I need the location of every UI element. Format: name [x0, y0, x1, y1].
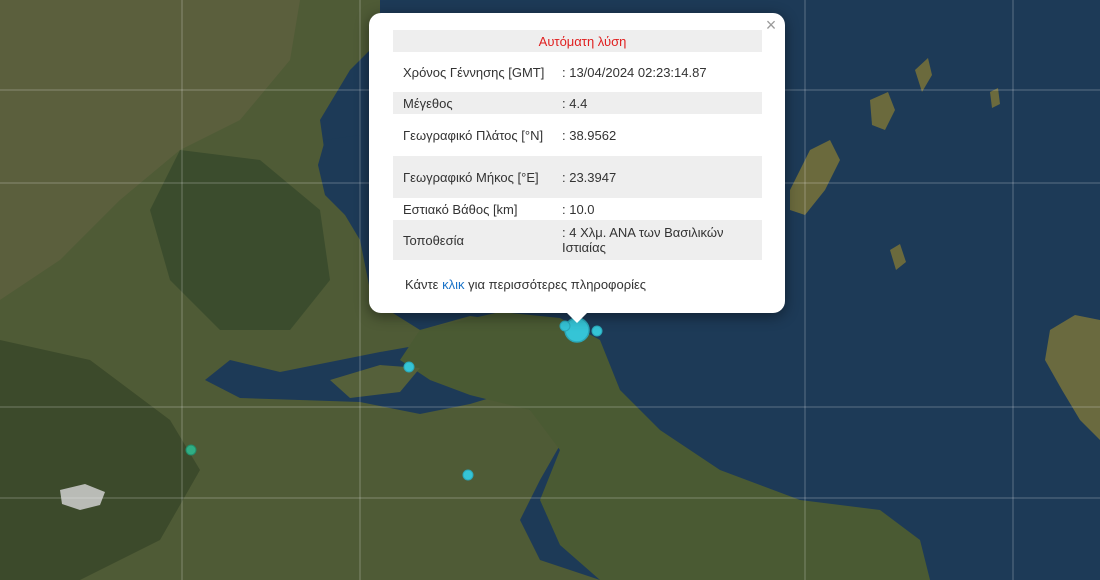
row-value-latitude: : 38.9562 — [562, 127, 617, 143]
quake-marker-small-4[interactable] — [462, 469, 474, 481]
row-value-longitude: : 23.3947 — [562, 169, 617, 185]
row-label-magnitude: Μέγεθος — [403, 95, 453, 111]
earthquake-info-popup: × Αυτόματη λύση Χρόνος Γέννησης [GMT] : … — [369, 13, 785, 313]
close-icon[interactable]: × — [763, 16, 779, 34]
row-label-origin-time: Χρόνος Γέννησης [GMT] — [403, 64, 545, 80]
row-label-longitude: Γεωγραφικό Μήκος [°E] — [403, 169, 539, 185]
footer-text-after: για περισσότερες πληροφορίες — [464, 277, 647, 292]
quake-marker-green[interactable] — [185, 444, 197, 456]
row-value-origin-time: : 13/04/2024 02:23:14.87 — [562, 64, 707, 80]
row-value-location: : 4 Χλμ. ΑΝΑ των Βασιλικών Ιστιαίας — [562, 225, 724, 255]
row-label-latitude: Γεωγραφικό Πλάτος [°N] — [403, 127, 544, 143]
quake-marker-small-2[interactable] — [591, 325, 603, 337]
popup-header: Αυτόματη λύση — [538, 33, 627, 49]
row-label-location: Τοποθεσία — [403, 232, 465, 248]
quake-marker-small-3[interactable] — [403, 361, 415, 373]
row-value-magnitude: : 4.4 — [562, 95, 588, 111]
row-value-depth: : 10.0 — [562, 201, 595, 217]
more-info-link[interactable]: κλικ — [442, 277, 464, 292]
popup-footer: Κάντε κλικ για περισσότερες πληροφορίες — [405, 277, 646, 292]
row-label-depth: Εστιακό Βάθος [km] — [403, 201, 518, 217]
earthquake-info-table: Αυτόματη λύση Χρόνος Γέννησης [GMT] : 13… — [393, 30, 762, 260]
popup-pointer — [565, 311, 589, 323]
footer-text-before: Κάντε — [405, 277, 443, 292]
